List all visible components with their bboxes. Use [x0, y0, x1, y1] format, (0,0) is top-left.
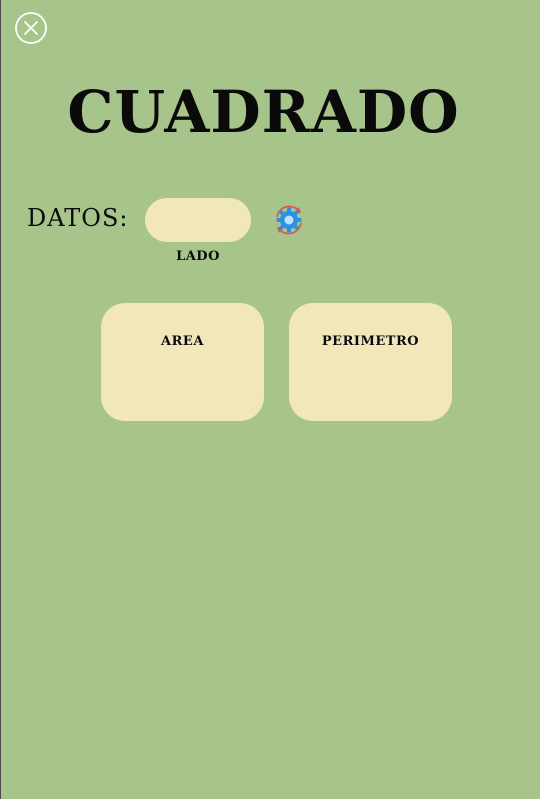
- lado-input[interactable]: [145, 198, 251, 242]
- perimetro-card: PERIMETRO: [289, 303, 452, 421]
- datos-label: DATOS:: [27, 204, 129, 232]
- close-button[interactable]: [15, 12, 47, 44]
- page-title: CUADRADO: [67, 78, 460, 146]
- close-circle-icon: [15, 12, 47, 44]
- gear-refresh-icon: [276, 205, 302, 235]
- area-card: AREA: [101, 303, 264, 421]
- area-label: AREA: [161, 334, 204, 349]
- perimetro-label: PERIMETRO: [321, 334, 420, 349]
- lado-label: LADO: [176, 249, 220, 264]
- calculate-button[interactable]: [271, 202, 307, 238]
